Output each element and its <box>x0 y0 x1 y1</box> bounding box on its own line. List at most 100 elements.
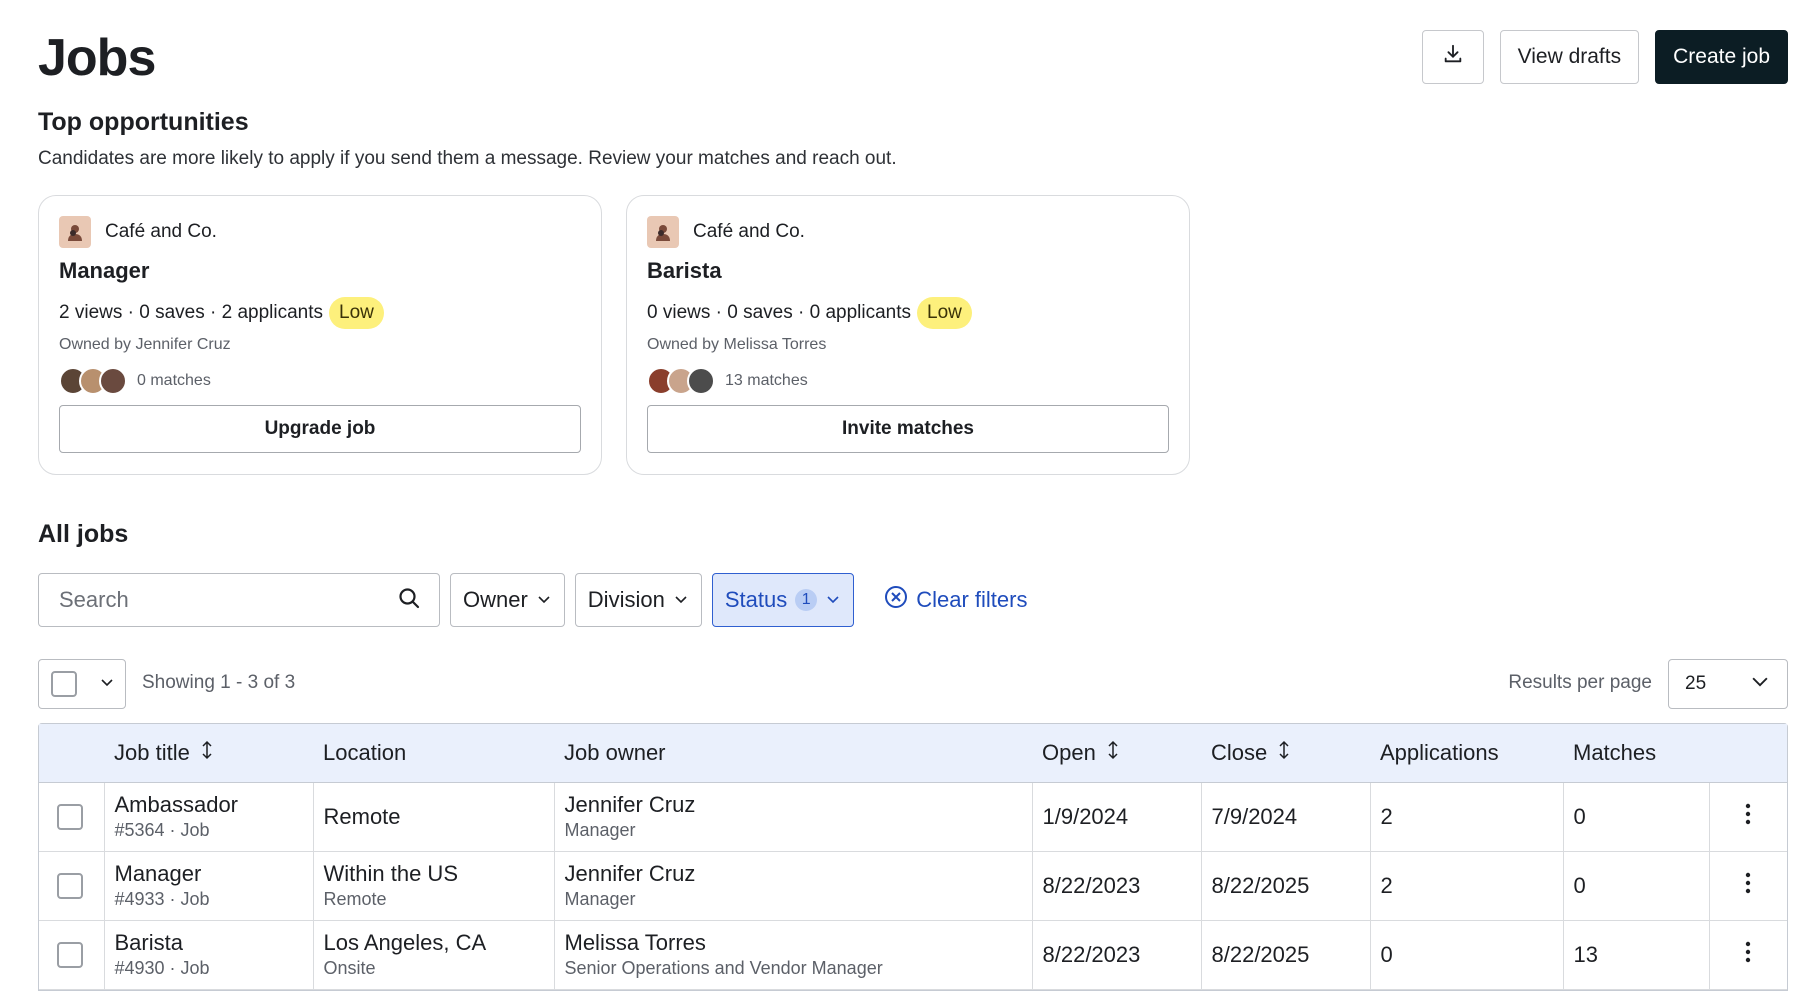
card-company: Café and Co. <box>647 216 1169 248</box>
create-job-button[interactable]: Create job <box>1655 30 1788 84</box>
applications-count: 0 <box>1369 920 1563 990</box>
row-select-cell <box>39 920 104 990</box>
card-job-title: Manager <box>59 258 150 283</box>
header-select <box>39 724 104 783</box>
header-actions-col <box>1709 724 1787 783</box>
owner-name: Jennifer Cruz <box>564 861 696 886</box>
column-open-label: Open <box>1042 739 1096 765</box>
sort-icon[interactable] <box>1277 740 1291 766</box>
row-menu-cell <box>1708 920 1787 990</box>
owner-name: Jennifer Cruz <box>564 792 696 817</box>
row-checkbox[interactable] <box>57 941 83 968</box>
row-menu-cell <box>1708 782 1787 852</box>
column-job-title[interactable]: Job title <box>104 724 313 783</box>
column-close-label: Close <box>1211 739 1268 765</box>
matches-cell: 0 <box>1562 782 1709 852</box>
status-filter-label: Status <box>724 587 788 612</box>
opportunity-cards: Café and Co. Manager 2 views · 0 saves ·… <box>38 195 1190 475</box>
card-matches: 0 matches <box>59 366 581 396</box>
job-id: #5364 · Job <box>114 820 210 840</box>
sort-icon[interactable] <box>1106 740 1120 766</box>
open-date: 8/22/2023 <box>1031 920 1201 990</box>
top-opportunities-description: Candidates are more likely to apply if y… <box>38 148 897 169</box>
table-row[interactable]: Barista #4930 · Job Los Angeles, CA Onsite… <box>39 920 1787 990</box>
row-checkbox[interactable] <box>57 803 83 830</box>
avatar <box>99 367 127 395</box>
location-cell: Los Angeles, CA Onsite <box>312 920 554 990</box>
company-name: Café and Co. <box>693 221 805 242</box>
close-date: 8/22/2025 <box>1200 920 1370 990</box>
results-per-page-value: 25 <box>1685 673 1707 694</box>
status-badge: Low <box>329 297 384 329</box>
applications-count: 2 <box>1369 782 1563 852</box>
invite-matches-button[interactable]: Invite matches <box>647 405 1169 453</box>
chevron-down-icon <box>1749 670 1771 698</box>
owner-role: Manager <box>564 889 636 909</box>
card-owner: Owned by Melissa Torres <box>647 336 827 353</box>
page-title: Jobs <box>38 29 156 87</box>
job-title-link[interactable]: Ambassador <box>115 792 303 818</box>
card-stats-text: 0 views · 0 saves · 0 applicants <box>647 302 912 323</box>
company-logo-icon <box>59 216 91 248</box>
owner-filter[interactable]: Owner <box>450 573 565 627</box>
avatar-group <box>59 367 127 395</box>
column-job-owner: Job owner <box>554 724 1032 783</box>
chevron-down-icon <box>673 587 689 613</box>
job-title-cell: Manager #4933 · Job <box>103 851 313 921</box>
owner-name: Melissa Torres <box>564 930 706 955</box>
table-row[interactable]: Manager #4933 · Job Within the US Remote J… <box>39 851 1787 921</box>
clear-filters-button[interactable]: Clear filters <box>884 585 1027 615</box>
job-title-link[interactable]: Barista <box>115 930 303 956</box>
owner-cell: Melissa Torres Senior Operations and Vend… <box>553 920 1032 990</box>
search-box <box>38 573 440 627</box>
jobs-table: Job title Location Job owner Open Close … <box>38 723 1788 991</box>
select-all-checkbox[interactable] <box>51 671 77 697</box>
sort-icon[interactable] <box>200 740 214 766</box>
table-row[interactable]: Ambassador #5364 · Job Remote Jennifer Cr… <box>39 782 1787 852</box>
owner-role: Senior Operations and Vendor Manager <box>564 958 883 978</box>
location-cell: Remote <box>312 782 554 852</box>
close-date: 7/9/2024 <box>1200 782 1370 852</box>
location-text: Los Angeles, CA <box>323 930 487 955</box>
matches-cell: 0 <box>1562 851 1709 921</box>
opportunity-card: Café and Co. Manager 2 views · 0 saves ·… <box>38 195 602 475</box>
chevron-down-icon <box>536 587 552 613</box>
clear-circle-icon <box>884 585 908 615</box>
column-open[interactable]: Open <box>1032 724 1201 783</box>
location-text: Within the US <box>323 861 459 886</box>
status-filter[interactable]: Status 1 <box>711 573 855 627</box>
row-menu-cell <box>1708 851 1787 921</box>
download-button[interactable] <box>1421 30 1484 84</box>
card-company: Café and Co. <box>59 216 581 248</box>
status-filter-count: 1 <box>795 589 818 611</box>
job-title-cell: Barista #4930 · Job <box>103 920 313 990</box>
matches-count: 0 matches <box>137 372 211 389</box>
division-filter[interactable]: Division <box>574 573 702 627</box>
more-vertical-icon[interactable] <box>1745 803 1751 830</box>
owner-cell: Jennifer Cruz Manager <box>553 782 1032 852</box>
view-drafts-button[interactable]: View drafts <box>1499 30 1640 84</box>
column-close[interactable]: Close <box>1201 724 1370 783</box>
search-icon[interactable] <box>397 586 421 615</box>
card-stats: 0 views · 0 saves · 0 applicants Low <box>647 296 1169 330</box>
results-per-page-select[interactable]: 25 <box>1668 659 1788 709</box>
job-id: #4930 · Job <box>114 958 210 978</box>
card-stats-text: 2 views · 0 saves · 2 applicants <box>59 302 324 323</box>
avatar <box>687 367 715 395</box>
column-matches: Matches <box>1563 724 1709 783</box>
avatar-group <box>647 367 715 395</box>
owner-filter-label: Owner <box>463 587 528 612</box>
job-title-link[interactable]: Manager <box>115 861 303 887</box>
more-vertical-icon[interactable] <box>1745 941 1751 968</box>
job-title-cell: Ambassador #5364 · Job <box>103 782 313 852</box>
upgrade-job-button[interactable]: Upgrade job <box>59 405 581 453</box>
card-job-title: Barista <box>647 258 722 283</box>
more-vertical-icon[interactable] <box>1745 872 1751 899</box>
row-checkbox[interactable] <box>57 872 83 899</box>
bulk-select-dropdown[interactable] <box>38 659 126 709</box>
results-count: Showing 1 - 3 of 3 <box>142 672 296 693</box>
row-select-cell <box>39 851 104 921</box>
search-input[interactable] <box>59 587 397 613</box>
jobs-page: Jobs View drafts Create job Top opportun… <box>38 0 1788 1000</box>
column-job-title-label: Job title <box>114 739 190 765</box>
